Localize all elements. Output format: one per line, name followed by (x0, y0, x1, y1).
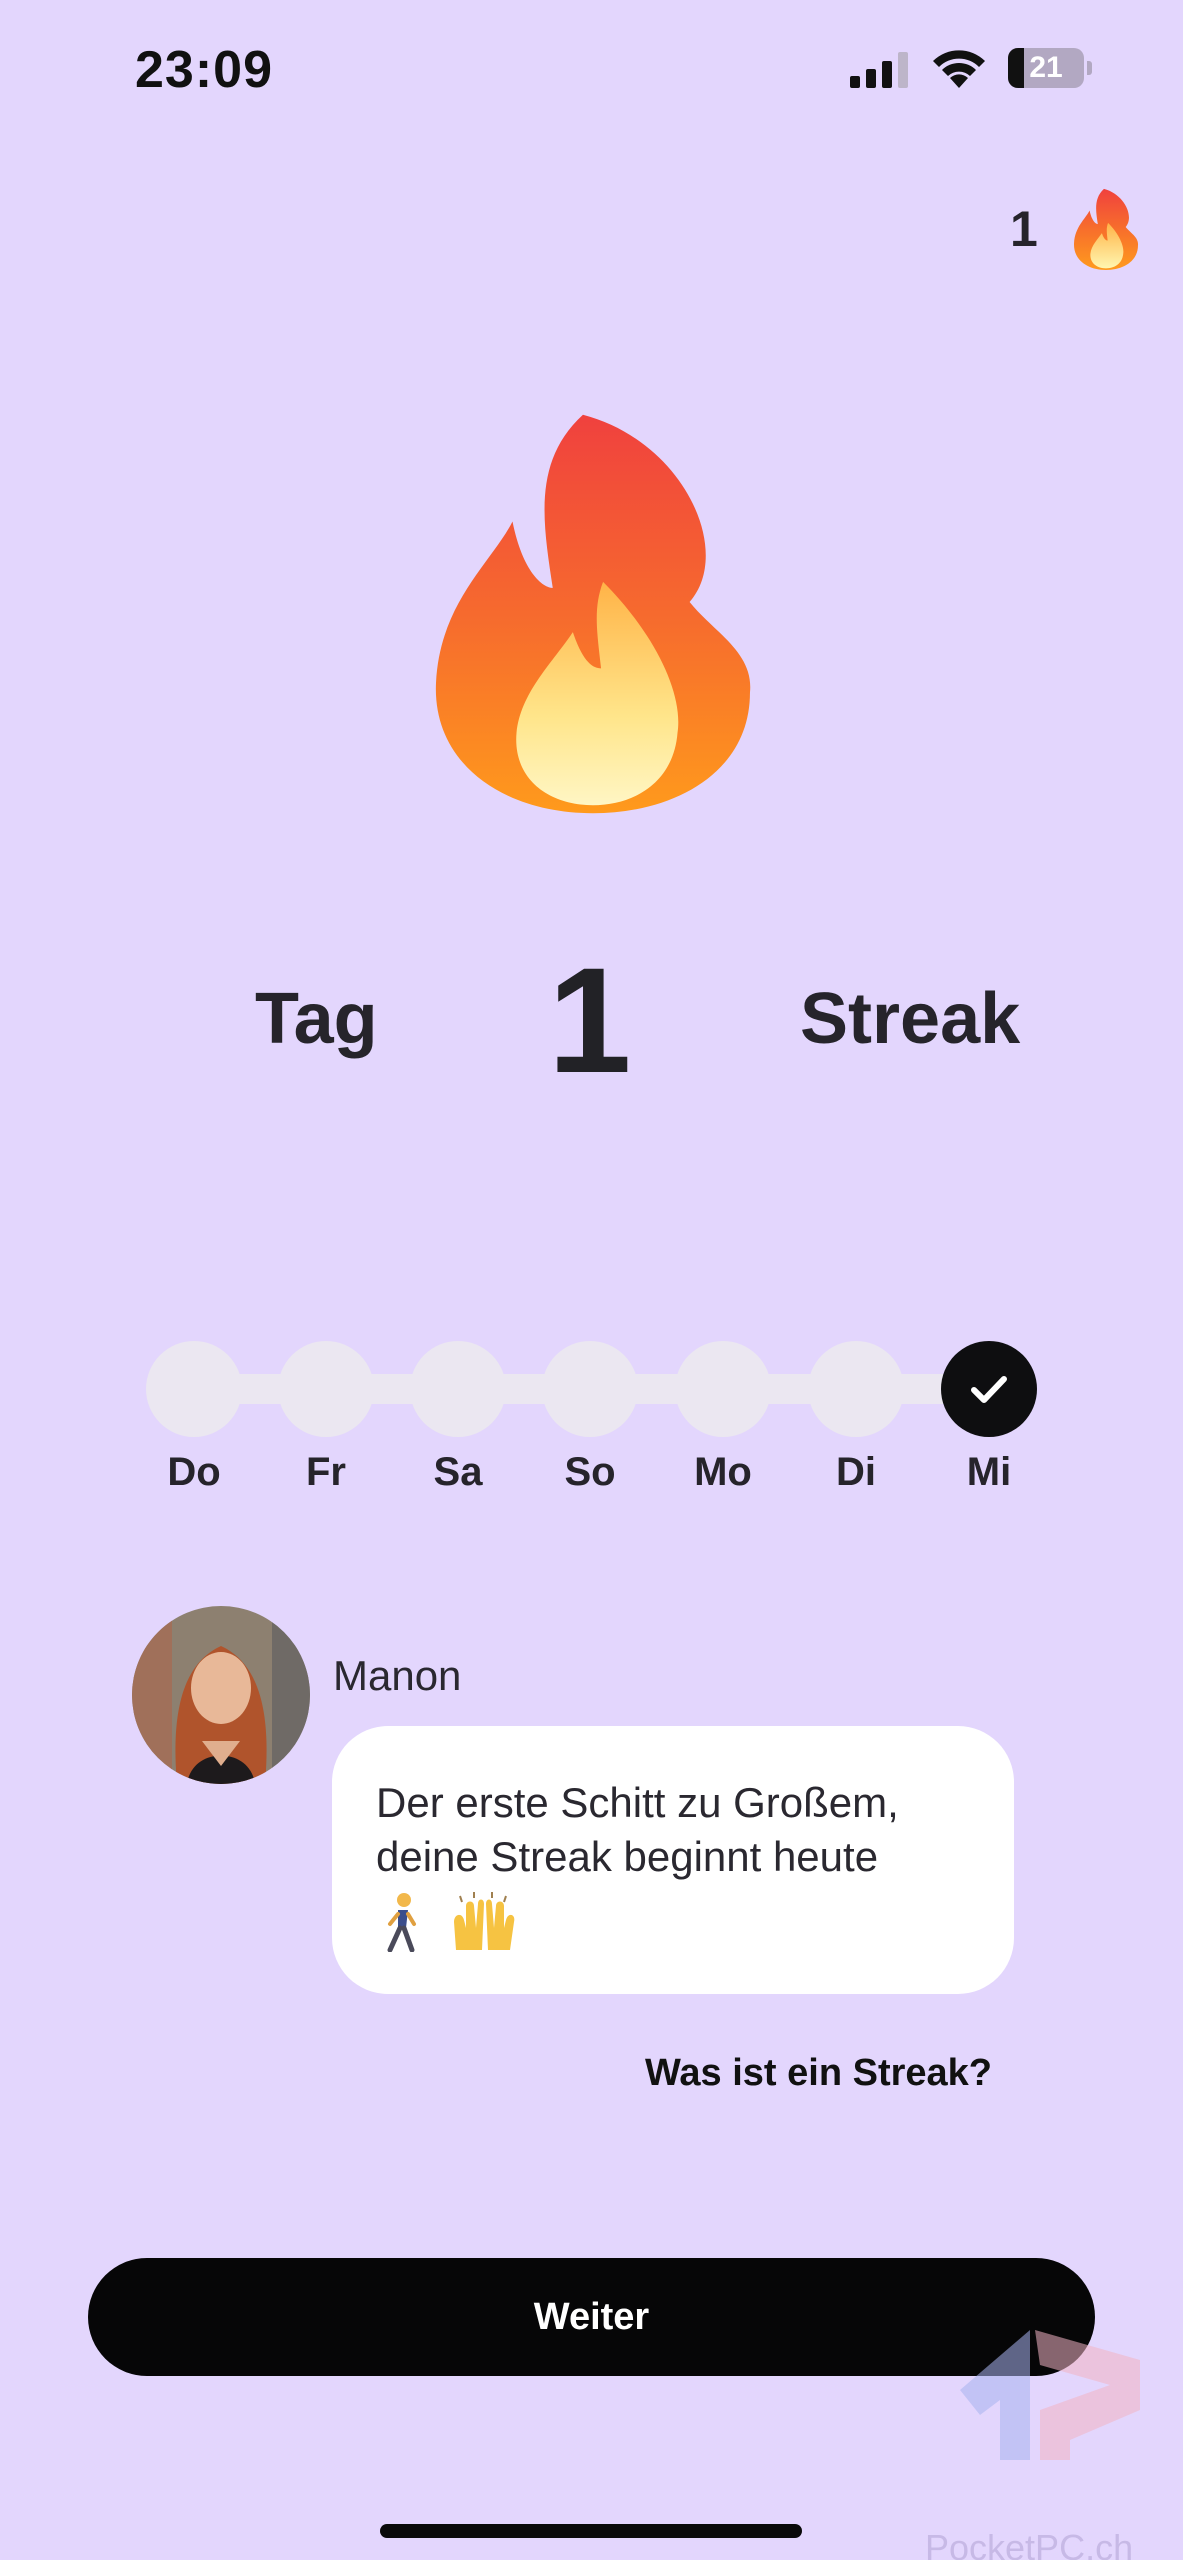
battery-icon: 21 (1008, 48, 1084, 88)
what-is-streak-link[interactable]: Was ist ein Streak? (560, 2052, 992, 2095)
status-time: 23:09 (135, 41, 273, 99)
message-line: Der erste Schitt zu Großem, (376, 1779, 899, 1826)
message-line: deine Streak beginnt heute (376, 1833, 879, 1880)
streak-day-number: 1 (548, 936, 632, 1104)
day-label: Sa (433, 1450, 483, 1494)
day-dot-di (808, 1341, 904, 1437)
cellular-signal-icon (850, 52, 908, 88)
fire-icon (1073, 188, 1139, 270)
message-emojis (376, 1892, 970, 1952)
day-dot-so (542, 1341, 638, 1437)
day-label: Do (167, 1450, 221, 1494)
streak-screen: 23:09 21 1 Tag 1 Streak Do Fr Sa So Mo D… (0, 0, 1183, 2560)
person-walking-emoji (387, 1893, 416, 1952)
watermark-text: PocketPC.ch (925, 2527, 1134, 2560)
sender-name: Manon (333, 1652, 462, 1699)
day-label: Di (836, 1450, 876, 1494)
battery-tip (1087, 61, 1092, 75)
day-dot-mo (675, 1341, 771, 1437)
day-label: Mo (694, 1450, 752, 1494)
day-label: Fr (306, 1450, 346, 1494)
home-indicator[interactable] (380, 2524, 802, 2538)
raising-hands-emoji (454, 1892, 515, 1950)
pocketpc-logo (960, 2330, 1140, 2460)
streak-count: 1 (1010, 201, 1038, 257)
wifi-icon (933, 50, 985, 88)
battery-level: 21 (1029, 51, 1063, 84)
day-label: So (564, 1450, 616, 1494)
day-dot-mi (941, 1341, 1037, 1437)
day-dot-fr (278, 1341, 374, 1437)
title-day-label: Tag (255, 979, 378, 1059)
day-label: Mi (966, 1450, 1012, 1494)
message-bubble: Der erste Schitt zu Großem, deine Streak… (332, 1726, 1014, 1994)
day-dot-do (146, 1341, 242, 1437)
day-dot-sa (410, 1341, 506, 1437)
checkmark-icon (971, 1376, 1007, 1403)
avatar (132, 1606, 310, 1784)
fire-icon (435, 414, 751, 814)
title-streak-label: Streak (800, 979, 1021, 1059)
